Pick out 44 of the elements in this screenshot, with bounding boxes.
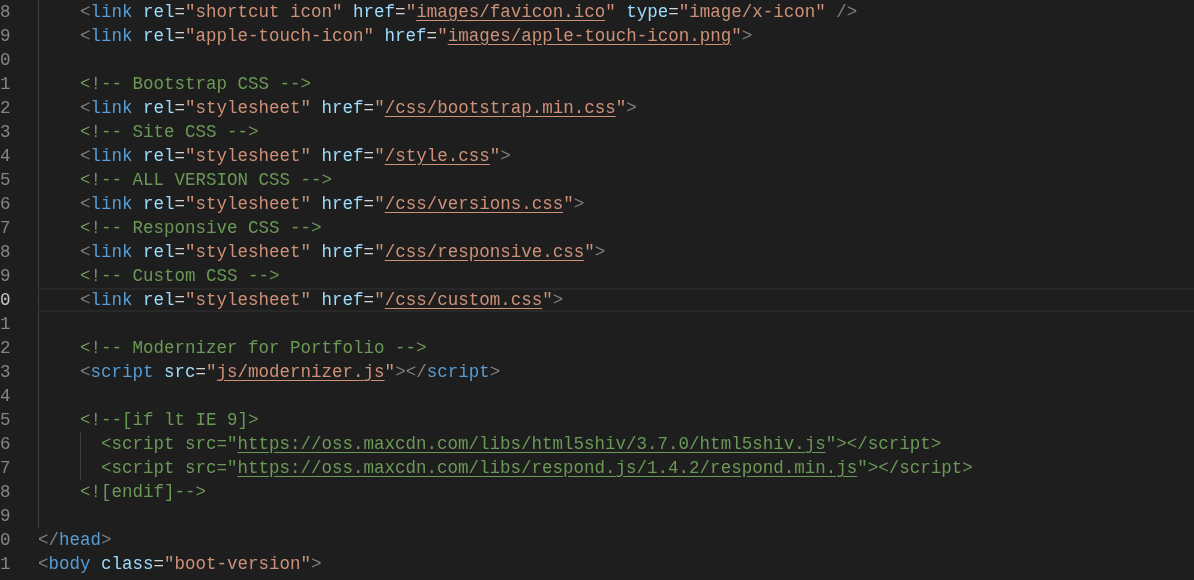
line-number: 1 <box>0 553 12 576</box>
code-line: <script src="https://oss.maxcdn.com/libs/respond.js/1.4.2/respond.min.js"></script> <box>100 458 973 478</box>
code-line: <script src="https://oss.maxcdn.com/libs/html5shiv/3.7.0/html5shiv.js"></script> <box>100 434 942 454</box>
line-number: 9 <box>0 505 12 528</box>
line-number: 0 <box>0 289 12 312</box>
code-line: <link rel="stylesheet" href="/style.css"> <box>79 146 511 166</box>
code-line: <![endif]--> <box>79 482 207 502</box>
line-number: 7 <box>0 217 12 240</box>
code-line: <!-- Site CSS --> <box>79 122 259 142</box>
line-number: 9 <box>0 265 12 288</box>
code-line: <link rel="apple-touch-icon" href="images/apple-touch-icon.png"> <box>79 26 753 46</box>
line-number: 2 <box>0 337 12 360</box>
code-line: <!-- Responsive CSS --> <box>79 218 322 238</box>
line-number: 6 <box>0 433 12 456</box>
line-number: 5 <box>0 409 12 432</box>
line-number: 6 <box>0 193 12 216</box>
code-line: <!-- Custom CSS --> <box>79 266 280 286</box>
line-number: 5 <box>0 169 12 192</box>
line-number: 1 <box>0 313 12 336</box>
code-line: <body class="boot-version"> <box>38 554 322 574</box>
line-number: 4 <box>0 145 12 168</box>
code-line: <!-- Bootstrap CSS --> <box>79 74 312 94</box>
code-line: <link rel="shortcut icon" href="images/favicon.ico" type="image/x-icon" /> <box>79 2 858 22</box>
code-line: <link rel="stylesheet" href="/css/bootstrap.min.css"> <box>79 98 637 118</box>
code-line: <!-- Modernizer for Portfolio --> <box>79 338 427 358</box>
code-line: <script src="js/modernizer.js"></script> <box>79 362 501 382</box>
code-line: <!--[if lt IE 9]> <box>79 410 259 430</box>
code-line: </head> <box>38 530 112 550</box>
code-line: <link rel="stylesheet" href="/css/custom.css"> <box>79 290 564 310</box>
code-line: <link rel="stylesheet" href="/css/responsive.css"> <box>79 242 606 262</box>
line-number: 0 <box>0 49 12 72</box>
line-number: 2 <box>0 97 12 120</box>
line-number: 8 <box>0 481 12 504</box>
line-number: 8 <box>0 1 12 24</box>
line-number: 9 <box>0 25 12 48</box>
line-number: 7 <box>0 457 12 480</box>
line-number: 4 <box>0 385 12 408</box>
line-number: 3 <box>0 121 12 144</box>
code-line: <link rel="stylesheet" href="/css/versions.css"> <box>79 194 585 214</box>
line-number: 1 <box>0 73 12 96</box>
line-number: 8 <box>0 241 12 264</box>
code-line: <!-- ALL VERSION CSS --> <box>79 170 333 190</box>
line-number: 3 <box>0 361 12 384</box>
line-number: 0 <box>0 529 12 552</box>
